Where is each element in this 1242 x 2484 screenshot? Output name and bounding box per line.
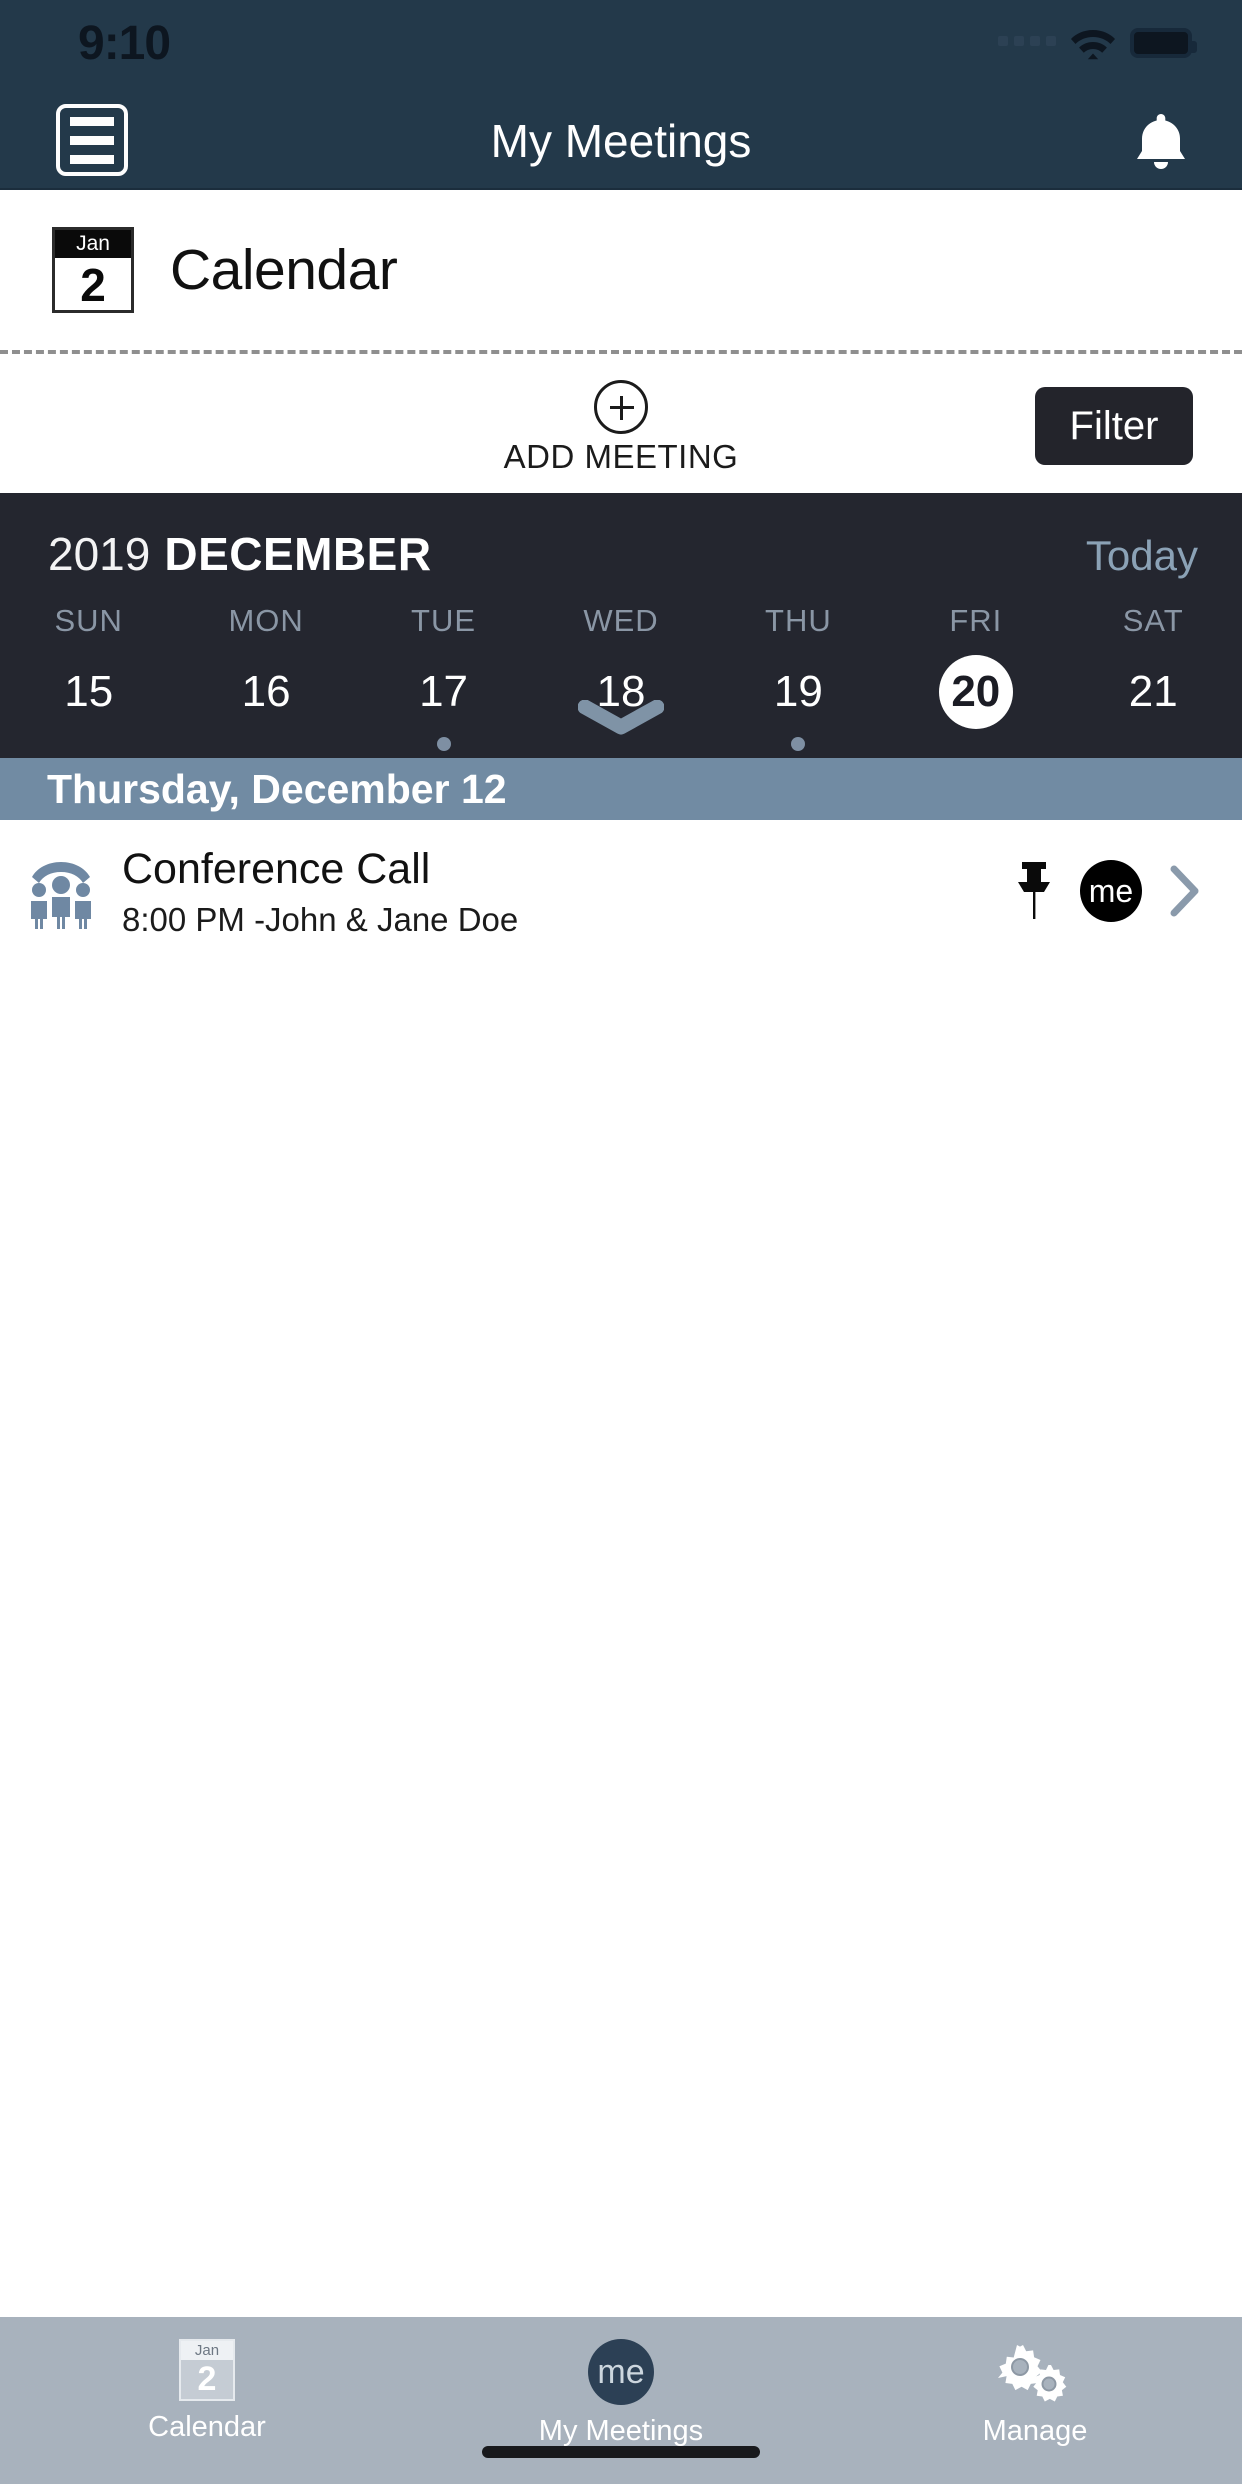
me-badge-text: me (1088, 872, 1134, 909)
day-of-week-label: SUN (54, 603, 123, 638)
calendar-icon: Jan 2 (179, 2339, 235, 2401)
day-of-week-label: SAT (1122, 603, 1184, 638)
tab-calendar[interactable]: Jan 2 Calendar (0, 2339, 414, 2484)
expand-calendar-handle[interactable] (0, 700, 1242, 736)
meeting-title: Conference Call (122, 845, 431, 893)
day-of-week-label: FRI (949, 603, 1003, 638)
calendar-icon-day: 2 (197, 2360, 217, 2398)
calendar-year: 2019 (48, 528, 151, 580)
conference-call-icon (31, 862, 91, 930)
me-badge-icon[interactable]: me (1080, 860, 1142, 923)
meeting-text: Conference Call 8:00 PM -John & Jane Doe (122, 844, 992, 939)
tab-label: Calendar (148, 2411, 266, 2443)
chevron-down-icon (578, 700, 664, 735)
agenda-date-label: Thursday, December 12 (47, 765, 507, 812)
calendar-icon-month: Jan (55, 230, 131, 258)
home-indicator (482, 2446, 760, 2458)
calendar-icon: Jan 2 (52, 227, 134, 313)
page-title: My Meetings (490, 115, 752, 167)
filter-button[interactable]: Filter (1035, 387, 1193, 465)
meeting-actions: me (1014, 860, 1202, 923)
day-of-week-label: WED (583, 603, 659, 638)
bell-icon[interactable] (1132, 110, 1190, 172)
status-indicators (998, 26, 1197, 60)
calendar-month: DECEMBER (164, 528, 432, 580)
add-meeting-label: ADD MEETING (503, 438, 739, 475)
tab-my-meetings[interactable]: me My Meetings (414, 2339, 828, 2484)
wifi-icon (1071, 30, 1115, 60)
plus-circle-icon (594, 380, 648, 434)
bottom-tab-bar: Jan 2 Calendar me My Meetings Manage (0, 2317, 1242, 2484)
app-screen: 9:10 My Meetings Jan 2 Calendar ADD MEET… (0, 0, 1242, 2484)
day-of-week-label: TUE (411, 603, 477, 638)
tab-label: Manage (982, 2415, 1088, 2447)
pushpin-icon[interactable] (1014, 860, 1054, 922)
tab-manage[interactable]: Manage (828, 2339, 1242, 2484)
me-badge-text: me (597, 2352, 645, 2391)
gears-icon (998, 2345, 1067, 2402)
calendar-icon-month: Jan (181, 2341, 233, 2360)
calendar-page-header: Jan 2 Calendar (0, 190, 1242, 350)
calendar-month-label: 2019 DECEMBER (48, 527, 432, 581)
calendar-strip-header: 2019 DECEMBER Today (0, 493, 1242, 581)
calendar-week-strip: 2019 DECEMBER Today SUN 15 MON 16 TUE 17… (0, 493, 1242, 758)
event-dot (436, 737, 451, 751)
filter-label: Filter (1069, 403, 1159, 448)
event-dot (791, 737, 806, 751)
meeting-list: Conference Call 8:00 PM -John & Jane Doe… (0, 820, 1242, 967)
calendar-icon-day: 2 (80, 259, 106, 311)
action-row: ADD MEETING Filter (0, 354, 1242, 493)
signal-dots-icon (998, 36, 1056, 50)
chevron-right-icon[interactable] (1168, 864, 1202, 918)
calendar-heading: Calendar (170, 238, 398, 302)
agenda-date-header: Thursday, December 12 (0, 758, 1242, 820)
day-of-week-label: THU (765, 603, 832, 638)
status-time: 9:10 (78, 17, 171, 70)
status-bar: 9:10 (0, 0, 1242, 88)
meeting-subtitle: 8:00 PM -John & Jane Doe (122, 900, 519, 938)
tab-label: My Meetings (538, 2415, 704, 2447)
battery-icon (1130, 28, 1197, 58)
me-badge-icon: me (588, 2339, 654, 2405)
nav-bar: My Meetings (0, 88, 1242, 190)
meeting-row[interactable]: Conference Call 8:00 PM -John & Jane Doe… (0, 820, 1242, 967)
today-button[interactable]: Today (1086, 532, 1198, 580)
day-of-week-label: MON (228, 603, 304, 638)
